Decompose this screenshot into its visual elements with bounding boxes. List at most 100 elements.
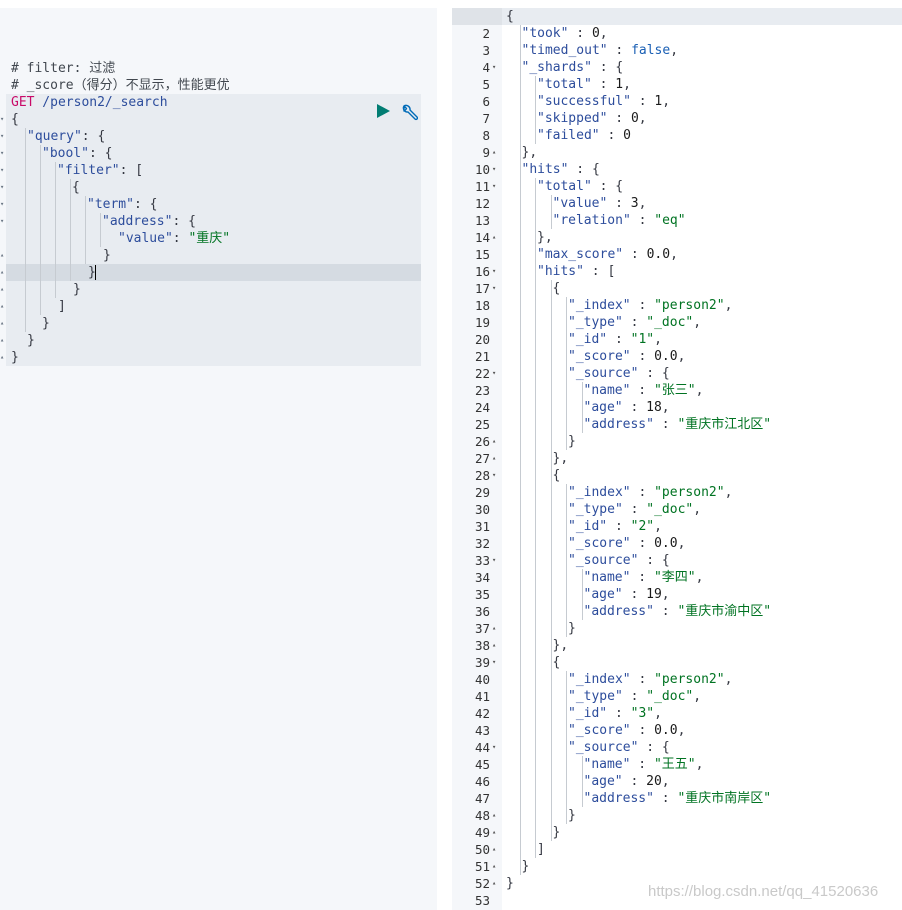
- run-request-icon[interactable]: [376, 104, 390, 118]
- code-token: 19: [646, 587, 662, 602]
- code-token: :: [630, 94, 655, 109]
- code-token: ,: [661, 774, 670, 789]
- fold-toggle-icon[interactable]: ▾: [0, 145, 6, 162]
- code-token: :: [591, 77, 616, 92]
- panel-resizer[interactable]: [437, 0, 452, 910]
- code-token: "李四": [653, 570, 696, 585]
- line-number: 40: [474, 672, 490, 687]
- fold-toggle-icon[interactable]: ▾: [492, 739, 501, 756]
- code-token: "_shards": [521, 60, 592, 75]
- response-line: "timed_out" : false,: [522, 42, 679, 59]
- line-number: 19: [474, 315, 490, 330]
- fold-toggle-icon[interactable]: ▴: [492, 858, 501, 875]
- line-number: 28: [474, 468, 490, 483]
- line-number: 9: [482, 145, 490, 160]
- fold-toggle-icon[interactable]: ▾: [492, 178, 501, 195]
- code-token: :: [607, 519, 631, 534]
- code-token: :: [622, 315, 647, 330]
- line-number: 13: [474, 213, 490, 228]
- response-line: "failed" : 0: [537, 127, 631, 144]
- fold-toggle-icon[interactable]: ▴: [0, 315, 6, 332]
- fold-toggle-icon[interactable]: ▴: [0, 247, 6, 264]
- indent-guide: [581, 569, 583, 620]
- fold-toggle-icon[interactable]: ▴: [0, 264, 6, 281]
- fold-toggle-icon[interactable]: ▴: [492, 433, 501, 450]
- code-token: 0.0: [654, 723, 678, 738]
- fold-toggle-icon[interactable]: ▴: [492, 824, 501, 841]
- response-line: ]: [537, 841, 545, 858]
- code-token: :: [630, 213, 655, 228]
- fold-toggle-icon[interactable]: ▴: [0, 298, 6, 315]
- response-line: "_source" : {: [568, 552, 670, 569]
- indent-guide: [550, 280, 552, 841]
- code-token: 3: [630, 196, 639, 211]
- code-token: ,: [693, 315, 702, 330]
- fold-toggle-icon[interactable]: ▴: [492, 229, 501, 246]
- fold-toggle-icon[interactable]: ▴: [0, 281, 6, 298]
- fold-toggle-icon[interactable]: ▾: [492, 654, 501, 671]
- fold-toggle-icon[interactable]: ▾: [492, 59, 501, 76]
- code-token: : {: [591, 60, 624, 75]
- fold-toggle-icon[interactable]: ▾: [492, 280, 501, 297]
- fold-toggle-icon[interactable]: ▾: [0, 111, 6, 128]
- response-viewer[interactable]: 1▾234▾56789▴10▾11▾121314▴1516▾17▾1819202…: [452, 8, 902, 910]
- indent-guide: [535, 76, 536, 144]
- code-token: "name": [583, 383, 631, 398]
- indent-guide: [535, 178, 536, 858]
- code-token: :: [622, 774, 647, 789]
- code-token: :: [622, 587, 647, 602]
- code-token: "_type": [568, 315, 623, 330]
- code-token: :: [607, 196, 631, 211]
- response-line: "_index" : "person2",: [568, 297, 732, 314]
- wrench-icon[interactable]: [400, 104, 419, 122]
- code-token: "hits": [537, 264, 584, 279]
- fold-toggle-icon[interactable]: ▾: [492, 263, 501, 280]
- fold-toggle-icon[interactable]: ▴: [492, 841, 501, 858]
- line-number: 11: [474, 179, 490, 194]
- fold-toggle-icon[interactable]: ▾: [492, 161, 501, 178]
- code-token: :: [653, 791, 678, 806]
- fold-toggle-icon[interactable]: ▴: [492, 620, 501, 637]
- fold-toggle-icon[interactable]: ▴: [0, 332, 6, 349]
- fold-toggle-icon[interactable]: ▾: [492, 467, 501, 484]
- request-line[interactable]: GET /person2/_search: [11, 94, 168, 111]
- fold-toggle-icon[interactable]: ▴: [492, 875, 501, 892]
- response-line: "total" : {: [537, 178, 623, 195]
- fold-toggle-icon[interactable]: ▴: [492, 144, 501, 161]
- line-number: 36: [474, 604, 490, 619]
- fold-toggle-icon[interactable]: ▴: [492, 807, 501, 824]
- request-editor[interactable]: # filter: 过滤 # _score（得分）不显示，性能更优 GET /p…: [0, 8, 437, 910]
- code-token: }: [568, 621, 576, 636]
- code-token: }: [552, 825, 561, 840]
- response-line: "_id" : "2",: [568, 518, 662, 535]
- code-token: "name": [583, 570, 631, 585]
- code-token: "person2": [654, 672, 725, 687]
- fold-toggle-icon[interactable]: ▴: [0, 349, 6, 366]
- line-number: 22: [474, 366, 490, 381]
- fold-toggle-icon[interactable]: ▾: [0, 162, 6, 179]
- fold-toggle-icon[interactable]: ▾: [492, 365, 501, 382]
- code-token: 0.0: [654, 536, 678, 551]
- code-token: :: [630, 672, 655, 687]
- fold-toggle-icon[interactable]: ▾: [492, 552, 501, 569]
- response-line: "address" : "重庆市渝中区": [584, 603, 772, 620]
- code-token: ,: [599, 26, 608, 41]
- code-token: },: [552, 638, 569, 653]
- fold-toggle-icon[interactable]: ▾: [0, 128, 6, 145]
- response-line: "name" : "张三",: [584, 382, 704, 399]
- fold-toggle-icon[interactable]: ▴: [492, 450, 501, 467]
- response-line: "_source" : {: [568, 739, 670, 756]
- fold-toggle-icon[interactable]: ▾: [0, 196, 6, 213]
- fold-toggle-icon[interactable]: ▴: [492, 637, 501, 654]
- code-token: "address": [583, 417, 654, 432]
- line-number: 42: [474, 706, 490, 721]
- text-cursor: [95, 265, 96, 280]
- active-line-gutter: [452, 8, 502, 25]
- code-token: }: [521, 859, 530, 874]
- comment-line: # filter: 过滤: [11, 61, 116, 76]
- response-line: },: [553, 637, 569, 654]
- fold-toggle-icon[interactable]: ▾: [0, 179, 6, 196]
- indent-guide: [25, 128, 26, 332]
- filter-item-close: }: [73, 282, 81, 297]
- fold-toggle-icon[interactable]: ▾: [0, 213, 6, 230]
